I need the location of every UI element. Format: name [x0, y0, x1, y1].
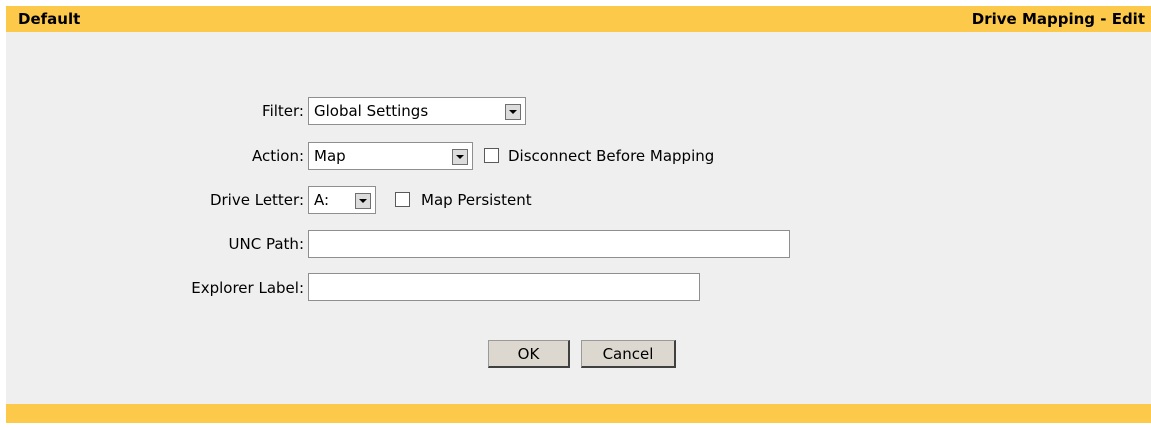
ok-button[interactable]: OK — [488, 340, 570, 368]
chevron-down-icon[interactable] — [505, 104, 521, 120]
chevron-down-icon[interactable] — [452, 149, 468, 165]
header-bar: Default Drive Mapping - Edit — [6, 6, 1151, 32]
header-right-title: Drive Mapping - Edit — [971, 10, 1145, 28]
explorer-label-input[interactable] — [308, 273, 700, 301]
chevron-down-icon[interactable] — [355, 193, 371, 209]
action-label: Action: — [251, 147, 304, 165]
drive-mapping-panel: Default Drive Mapping - Edit Filter: Glo… — [6, 6, 1151, 423]
filter-select-value: Global Settings — [314, 102, 429, 120]
map-persistent-label: Map Persistent — [421, 191, 532, 209]
unc-path-input[interactable] — [308, 230, 790, 258]
filter-select[interactable]: Global Settings — [308, 97, 526, 125]
map-persistent-checkbox[interactable] — [395, 192, 410, 207]
drive-letter-select[interactable]: A: — [308, 186, 376, 214]
action-select-value: Map — [314, 147, 346, 165]
drive-letter-select-value: A: — [314, 191, 330, 209]
disconnect-before-mapping-label: Disconnect Before Mapping — [508, 147, 715, 165]
filter-label: Filter: — [262, 102, 304, 120]
drive-letter-label: Drive Letter: — [209, 191, 304, 209]
header-left-title: Default — [18, 10, 81, 28]
explorer-label-label: Explorer Label: — [191, 279, 304, 297]
disconnect-before-mapping-checkbox[interactable] — [484, 148, 499, 163]
unc-path-label: UNC Path: — [228, 235, 304, 253]
cancel-button[interactable]: Cancel — [581, 340, 676, 368]
action-select[interactable]: Map — [308, 142, 473, 170]
footer-bar — [6, 404, 1151, 423]
